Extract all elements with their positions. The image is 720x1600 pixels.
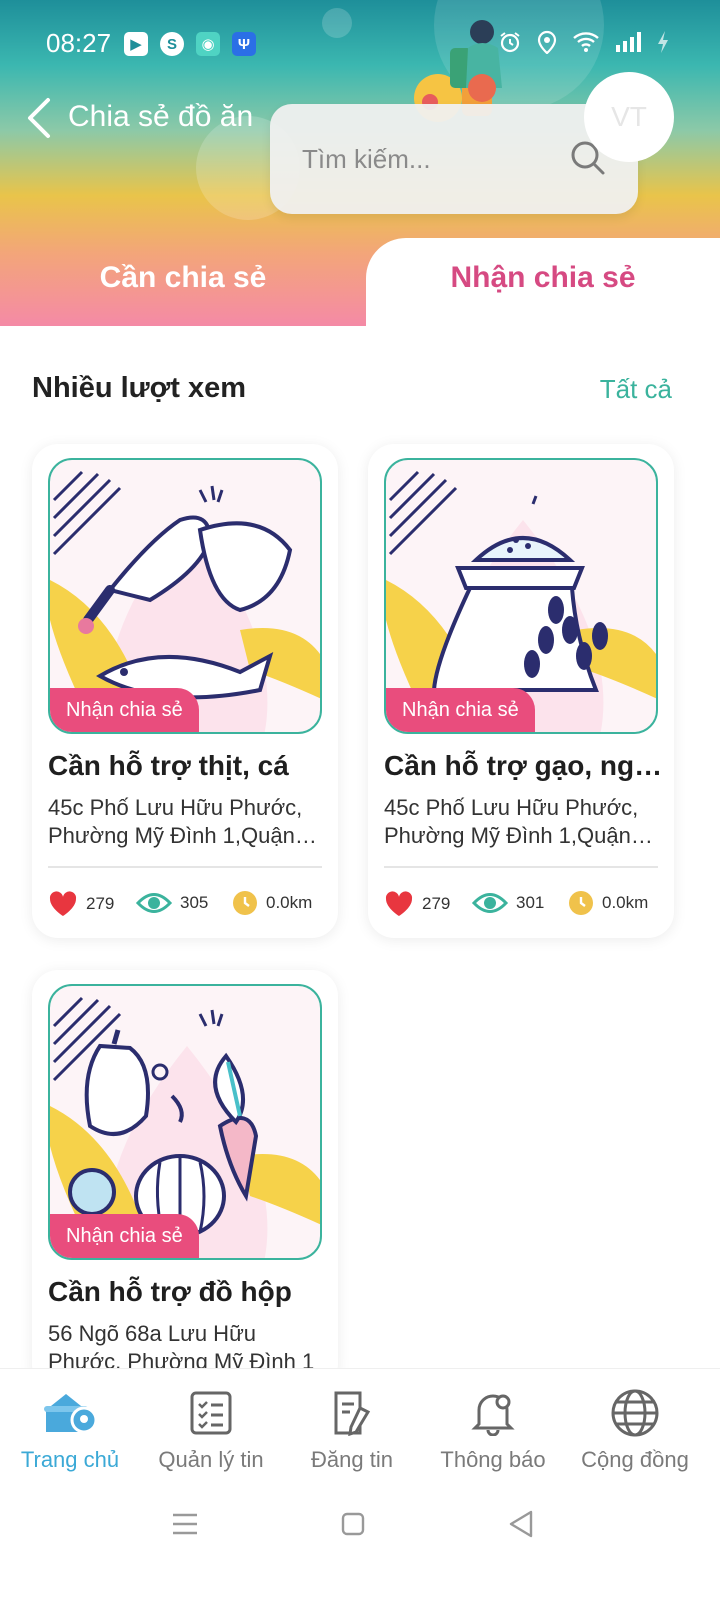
globe-icon (607, 1387, 663, 1439)
usb-icon: Ψ (232, 32, 256, 56)
bottom-nav: Trang chủ Quản lý tin Đăng tin Thông báo… (0, 1368, 720, 1600)
home-square-icon[interactable] (341, 1511, 365, 1537)
like-count: 279 (422, 894, 451, 913)
nav-label: Quản lý tin (158, 1447, 264, 1472)
nav-item-community[interactable]: Cộng đồng (563, 1387, 707, 1473)
nav-item-notifications[interactable]: Thông báo (421, 1387, 565, 1473)
like-stat[interactable]: 279 (48, 890, 114, 918)
nav-item-manage-posts[interactable]: Quản lý tin (139, 1387, 283, 1473)
card-badge: Nhận chia sẻ (50, 688, 199, 732)
status-icons-right (498, 30, 670, 54)
search-placeholder: Tìm kiếm... (302, 144, 431, 174)
section-title: Nhiều lượt xem (32, 372, 247, 404)
card-title: Cần hỗ trợ thịt, cá (48, 750, 289, 781)
nav-label: Cộng đồng (581, 1447, 689, 1472)
status-icons-left: ▶ S ◉ Ψ (124, 32, 256, 56)
view-stat: 301 (472, 890, 544, 916)
card-title: Cần hỗ trợ gạo, ngũ cốc (384, 750, 664, 781)
card-address: 45c Phố Lưu Hữu Phước, Phường Mỹ Đình 1,… (48, 795, 303, 848)
tab-can-chia-se[interactable]: Cần chia sẻ (0, 238, 366, 318)
skype-icon: S (160, 32, 184, 56)
menu-icon[interactable] (172, 1512, 198, 1536)
clock-icon (569, 891, 593, 915)
page-title: Chia sẻ đồ ăn (68, 100, 254, 133)
view-count: 301 (516, 893, 545, 912)
eye-icon (136, 893, 172, 913)
like-stat[interactable]: 279 (384, 890, 450, 918)
rice-grain-illustration: Nhận chia sẻ (384, 458, 658, 734)
nav-item-post[interactable]: Đăng tin (280, 1387, 424, 1473)
header: 08:27 ▶ S ◉ Ψ Chia sẻ đồ ăn Tìm kiếm... … (0, 0, 720, 326)
post-card[interactable]: Nhận chia sẻ Cần hỗ trợ đồ hộp 56 Ngõ 68… (32, 970, 338, 1390)
nav-label: Trang chủ (20, 1447, 120, 1472)
nav-label: Thông báo (440, 1447, 546, 1472)
card-address: 45c Phố Lưu Hữu Phước, Phường Mỹ Đình 1,… (384, 795, 639, 848)
bell-icon (465, 1387, 521, 1439)
app-icon: ◉ (196, 32, 220, 56)
post-card[interactable]: Nhận chia sẻ Cần hỗ trợ thịt, cá 45c Phố… (32, 444, 338, 938)
see-all-link[interactable]: Tất cả (600, 374, 672, 405)
eye-icon (472, 893, 508, 913)
meat-fish-illustration: Nhận chia sẻ (48, 458, 322, 734)
heart-icon (385, 891, 413, 916)
vegetables-illustration: Nhận chia sẻ (48, 984, 322, 1260)
edit-document-icon (324, 1387, 380, 1439)
post-card[interactable]: Nhận chia sẻ Cần hỗ trợ gạo, ngũ cốc 45c… (368, 444, 674, 938)
back-button[interactable] (22, 96, 58, 144)
card-stats: 279 305 0.0km (48, 890, 328, 920)
signal-icon (616, 32, 641, 52)
back-triangle-icon[interactable] (508, 1510, 534, 1538)
clock-icon (233, 891, 257, 915)
distance-stat: 0.0km (568, 890, 648, 916)
card-badge: Nhận chia sẻ (386, 688, 535, 732)
card-title: Cần hỗ trợ đồ hộp (48, 1276, 292, 1307)
home-icon (42, 1387, 98, 1439)
alarm-icon (500, 32, 520, 53)
status-time: 08:27 (46, 28, 112, 58)
nav-item-home[interactable]: Trang chủ (0, 1387, 142, 1473)
charging-icon (658, 31, 668, 53)
tab-nhan-chia-se[interactable]: Nhận chia sẻ (366, 238, 720, 326)
youtube-icon: ▶ (124, 32, 148, 56)
like-count: 279 (86, 894, 115, 913)
heart-icon (49, 891, 77, 916)
card-badge: Nhận chia sẻ (50, 1214, 199, 1258)
divider (384, 866, 658, 868)
distance-text: 0.0km (602, 893, 649, 912)
system-nav-bar (0, 1508, 720, 1548)
avatar[interactable]: VT (584, 72, 674, 162)
card-stats: 279 301 0.0km (384, 890, 664, 920)
distance-stat: 0.0km (232, 890, 312, 916)
divider (48, 866, 322, 868)
distance-text: 0.0km (266, 893, 313, 912)
checklist-icon (183, 1387, 239, 1439)
location-icon (537, 30, 557, 54)
view-stat: 305 (136, 890, 208, 916)
chevron-left-icon (28, 98, 50, 138)
view-count: 305 (180, 893, 209, 912)
wifi-icon (573, 32, 599, 52)
search-input[interactable]: Tìm kiếm... (270, 104, 638, 214)
nav-label: Đăng tin (311, 1447, 393, 1472)
